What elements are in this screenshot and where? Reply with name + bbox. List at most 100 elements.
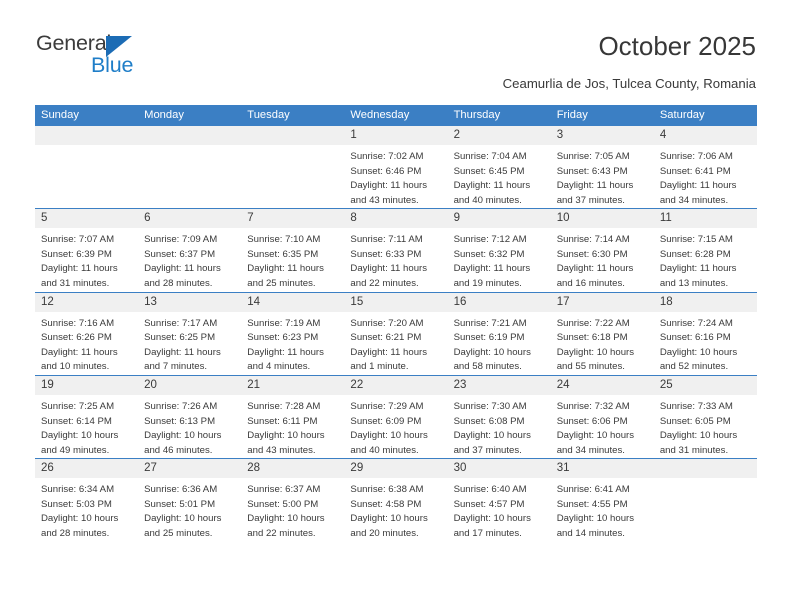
- calendar-week-row: 26 Sunrise: 6:34 AM Sunset: 5:03 PM Dayl…: [35, 458, 757, 542]
- day-cell[interactable]: 16 Sunrise: 7:21 AM Sunset: 6:19 PM Dayl…: [447, 291, 551, 376]
- day-cell[interactable]: 18 Sunrise: 7:24 AM Sunset: 6:16 PM Dayl…: [653, 291, 757, 376]
- day-cell[interactable]: 17 Sunrise: 7:22 AM Sunset: 6:18 PM Dayl…: [550, 291, 654, 376]
- day-cell[interactable]: 2 Sunrise: 7:04 AM Sunset: 6:45 PM Dayli…: [447, 126, 551, 209]
- daylight-text-line1: Daylight: 11 hours: [453, 263, 531, 275]
- day-cell[interactable]: 14 Sunrise: 7:19 AM Sunset: 6:23 PM Dayl…: [241, 291, 345, 376]
- sunset-text: Sunset: 6:45 PM: [453, 165, 525, 177]
- day-cell[interactable]: [653, 458, 757, 542]
- day-info: Sunrise: 7:02 AM Sunset: 6:46 PM Dayligh…: [344, 145, 447, 208]
- page-title: October 2025: [598, 31, 756, 61]
- sunset-text: Sunset: 5:01 PM: [144, 498, 216, 510]
- day-cell[interactable]: 6 Sunrise: 7:09 AM Sunset: 6:37 PM Dayli…: [138, 208, 242, 293]
- daylight-text-line1: Daylight: 10 hours: [556, 430, 635, 442]
- day-cell[interactable]: 29 Sunrise: 6:38 AM Sunset: 4:58 PM Dayl…: [344, 458, 448, 542]
- daylight-text-line1: Daylight: 10 hours: [659, 430, 738, 442]
- daylight-text-line1: Daylight: 10 hours: [144, 430, 222, 442]
- daylight-text-line2: and 14 minutes.: [556, 527, 625, 539]
- day-number: 24: [550, 375, 654, 395]
- daylight-text-line2: and 34 minutes.: [556, 444, 625, 456]
- day-number: 29: [344, 459, 448, 479]
- day-cell[interactable]: 13 Sunrise: 7:17 AM Sunset: 6:25 PM Dayl…: [138, 291, 242, 376]
- day-info: Sunrise: 7:06 AM Sunset: 6:41 PM Dayligh…: [654, 145, 757, 208]
- day-cell[interactable]: 25 Sunrise: 7:33 AM Sunset: 6:05 PM Dayl…: [653, 374, 757, 459]
- daylight-text-line1: Daylight: 11 hours: [350, 180, 428, 192]
- daylight-text-line1: Daylight: 11 hours: [350, 263, 428, 275]
- daylight-text-line1: Daylight: 10 hours: [556, 513, 635, 525]
- day-cell[interactable]: 7 Sunrise: 7:10 AM Sunset: 6:35 PM Dayli…: [241, 208, 345, 293]
- sunset-text: Sunset: 6:11 PM: [247, 415, 318, 427]
- day-cell[interactable]: 22 Sunrise: 7:29 AM Sunset: 6:09 PM Dayl…: [344, 374, 448, 459]
- day-number: 18: [653, 292, 757, 312]
- sunset-text: Sunset: 6:35 PM: [247, 248, 319, 260]
- day-cell[interactable]: 26 Sunrise: 6:34 AM Sunset: 5:03 PM Dayl…: [35, 458, 139, 542]
- day-number: 14: [241, 292, 345, 312]
- day-cell[interactable]: 27 Sunrise: 6:36 AM Sunset: 5:01 PM Dayl…: [138, 458, 242, 542]
- daylight-text-line2: and 31 minutes.: [41, 278, 110, 290]
- day-info: Sunrise: 6:40 AM Sunset: 4:57 PM Dayligh…: [448, 478, 551, 541]
- day-cell[interactable]: 24 Sunrise: 7:32 AM Sunset: 6:06 PM Dayl…: [550, 374, 654, 459]
- day-number: 5: [35, 209, 139, 229]
- calendar-week-row: 5 Sunrise: 7:07 AM Sunset: 6:39 PM Dayli…: [35, 208, 757, 293]
- day-cell[interactable]: [241, 126, 345, 209]
- sunrise-text: Sunrise: 7:33 AM: [659, 400, 733, 412]
- sunset-text: Sunset: 6:23 PM: [247, 332, 319, 344]
- daylight-text-line1: Daylight: 11 hours: [659, 180, 737, 192]
- logo-text-general: General: [36, 31, 112, 55]
- day-number: 1: [344, 126, 448, 145]
- generalblue-logo[interactable]: General Blue: [36, 31, 216, 81]
- day-number: 28: [241, 459, 345, 479]
- daylight-text-line2: and 58 minutes.: [453, 361, 522, 373]
- day-cell[interactable]: 20 Sunrise: 7:26 AM Sunset: 6:13 PM Dayl…: [138, 374, 242, 459]
- day-number: 26: [35, 459, 139, 479]
- daylight-text-line2: and 22 minutes.: [350, 278, 419, 290]
- daylight-text-line2: and 19 minutes.: [453, 278, 522, 290]
- day-cell[interactable]: 23 Sunrise: 7:30 AM Sunset: 6:08 PM Dayl…: [447, 374, 551, 459]
- daylight-text-line1: Daylight: 10 hours: [350, 513, 428, 525]
- day-cell[interactable]: 11 Sunrise: 7:15 AM Sunset: 6:28 PM Dayl…: [653, 208, 757, 293]
- day-cell[interactable]: 19 Sunrise: 7:25 AM Sunset: 6:14 PM Dayl…: [35, 374, 139, 459]
- sunrise-text: Sunrise: 7:24 AM: [659, 317, 733, 329]
- day-number: [653, 459, 757, 479]
- day-number: 6: [138, 209, 242, 229]
- weekday-header-tuesday: Tuesday: [241, 105, 345, 126]
- day-cell[interactable]: 4 Sunrise: 7:06 AM Sunset: 6:41 PM Dayli…: [653, 126, 757, 209]
- day-number: 4: [653, 126, 757, 145]
- day-number: 8: [344, 209, 448, 229]
- day-info: Sunrise: 7:33 AM Sunset: 6:05 PM Dayligh…: [654, 395, 757, 458]
- sunset-text: Sunset: 6:30 PM: [556, 248, 628, 260]
- weekday-header-monday: Monday: [138, 105, 242, 126]
- calendar-week-row: 12 Sunrise: 7:16 AM Sunset: 6:26 PM Dayl…: [35, 291, 757, 376]
- daylight-text-line2: and 37 minutes.: [453, 444, 522, 456]
- sunset-text: Sunset: 6:41 PM: [659, 165, 731, 177]
- day-cell[interactable]: 3 Sunrise: 7:05 AM Sunset: 6:43 PM Dayli…: [550, 126, 654, 209]
- daylight-text-line2: and 46 minutes.: [144, 444, 213, 456]
- day-number: 25: [653, 375, 757, 395]
- day-cell[interactable]: [138, 126, 242, 209]
- day-cell[interactable]: 31 Sunrise: 6:41 AM Sunset: 4:55 PM Dayl…: [550, 458, 654, 542]
- day-number: [241, 126, 345, 145]
- day-cell[interactable]: 10 Sunrise: 7:14 AM Sunset: 6:30 PM Dayl…: [550, 208, 654, 293]
- day-cell[interactable]: 12 Sunrise: 7:16 AM Sunset: 6:26 PM Dayl…: [35, 291, 139, 376]
- day-cell[interactable]: 1 Sunrise: 7:02 AM Sunset: 6:46 PM Dayli…: [344, 126, 448, 209]
- day-cell[interactable]: 5 Sunrise: 7:07 AM Sunset: 6:39 PM Dayli…: [35, 208, 139, 293]
- day-cell[interactable]: 8 Sunrise: 7:11 AM Sunset: 6:33 PM Dayli…: [344, 208, 448, 293]
- day-cell[interactable]: 28 Sunrise: 6:37 AM Sunset: 5:00 PM Dayl…: [241, 458, 345, 542]
- sunset-text: Sunset: 6:08 PM: [453, 415, 525, 427]
- sunrise-text: Sunrise: 7:11 AM: [350, 234, 423, 246]
- day-number: 22: [344, 375, 448, 395]
- day-cell[interactable]: 21 Sunrise: 7:28 AM Sunset: 6:11 PM Dayl…: [241, 374, 345, 459]
- daylight-text-line2: and 10 minutes.: [41, 361, 110, 373]
- daylight-text-line2: and 28 minutes.: [144, 278, 213, 290]
- sunrise-text: Sunrise: 7:30 AM: [453, 400, 527, 412]
- daylight-text-line2: and 37 minutes.: [556, 194, 625, 206]
- day-cell[interactable]: 15 Sunrise: 7:20 AM Sunset: 6:21 PM Dayl…: [344, 291, 448, 376]
- sunset-text: Sunset: 5:03 PM: [41, 498, 112, 510]
- day-number: 2: [447, 126, 551, 145]
- day-cell[interactable]: 30 Sunrise: 6:40 AM Sunset: 4:57 PM Dayl…: [447, 458, 551, 542]
- sunrise-text: Sunrise: 7:20 AM: [350, 317, 424, 329]
- sunrise-text: Sunrise: 7:25 AM: [41, 400, 115, 412]
- sunset-text: Sunset: 4:55 PM: [556, 498, 628, 510]
- daylight-text-line1: Daylight: 11 hours: [350, 346, 428, 358]
- day-cell[interactable]: 9 Sunrise: 7:12 AM Sunset: 6:32 PM Dayli…: [447, 208, 551, 293]
- day-cell[interactable]: [35, 126, 139, 209]
